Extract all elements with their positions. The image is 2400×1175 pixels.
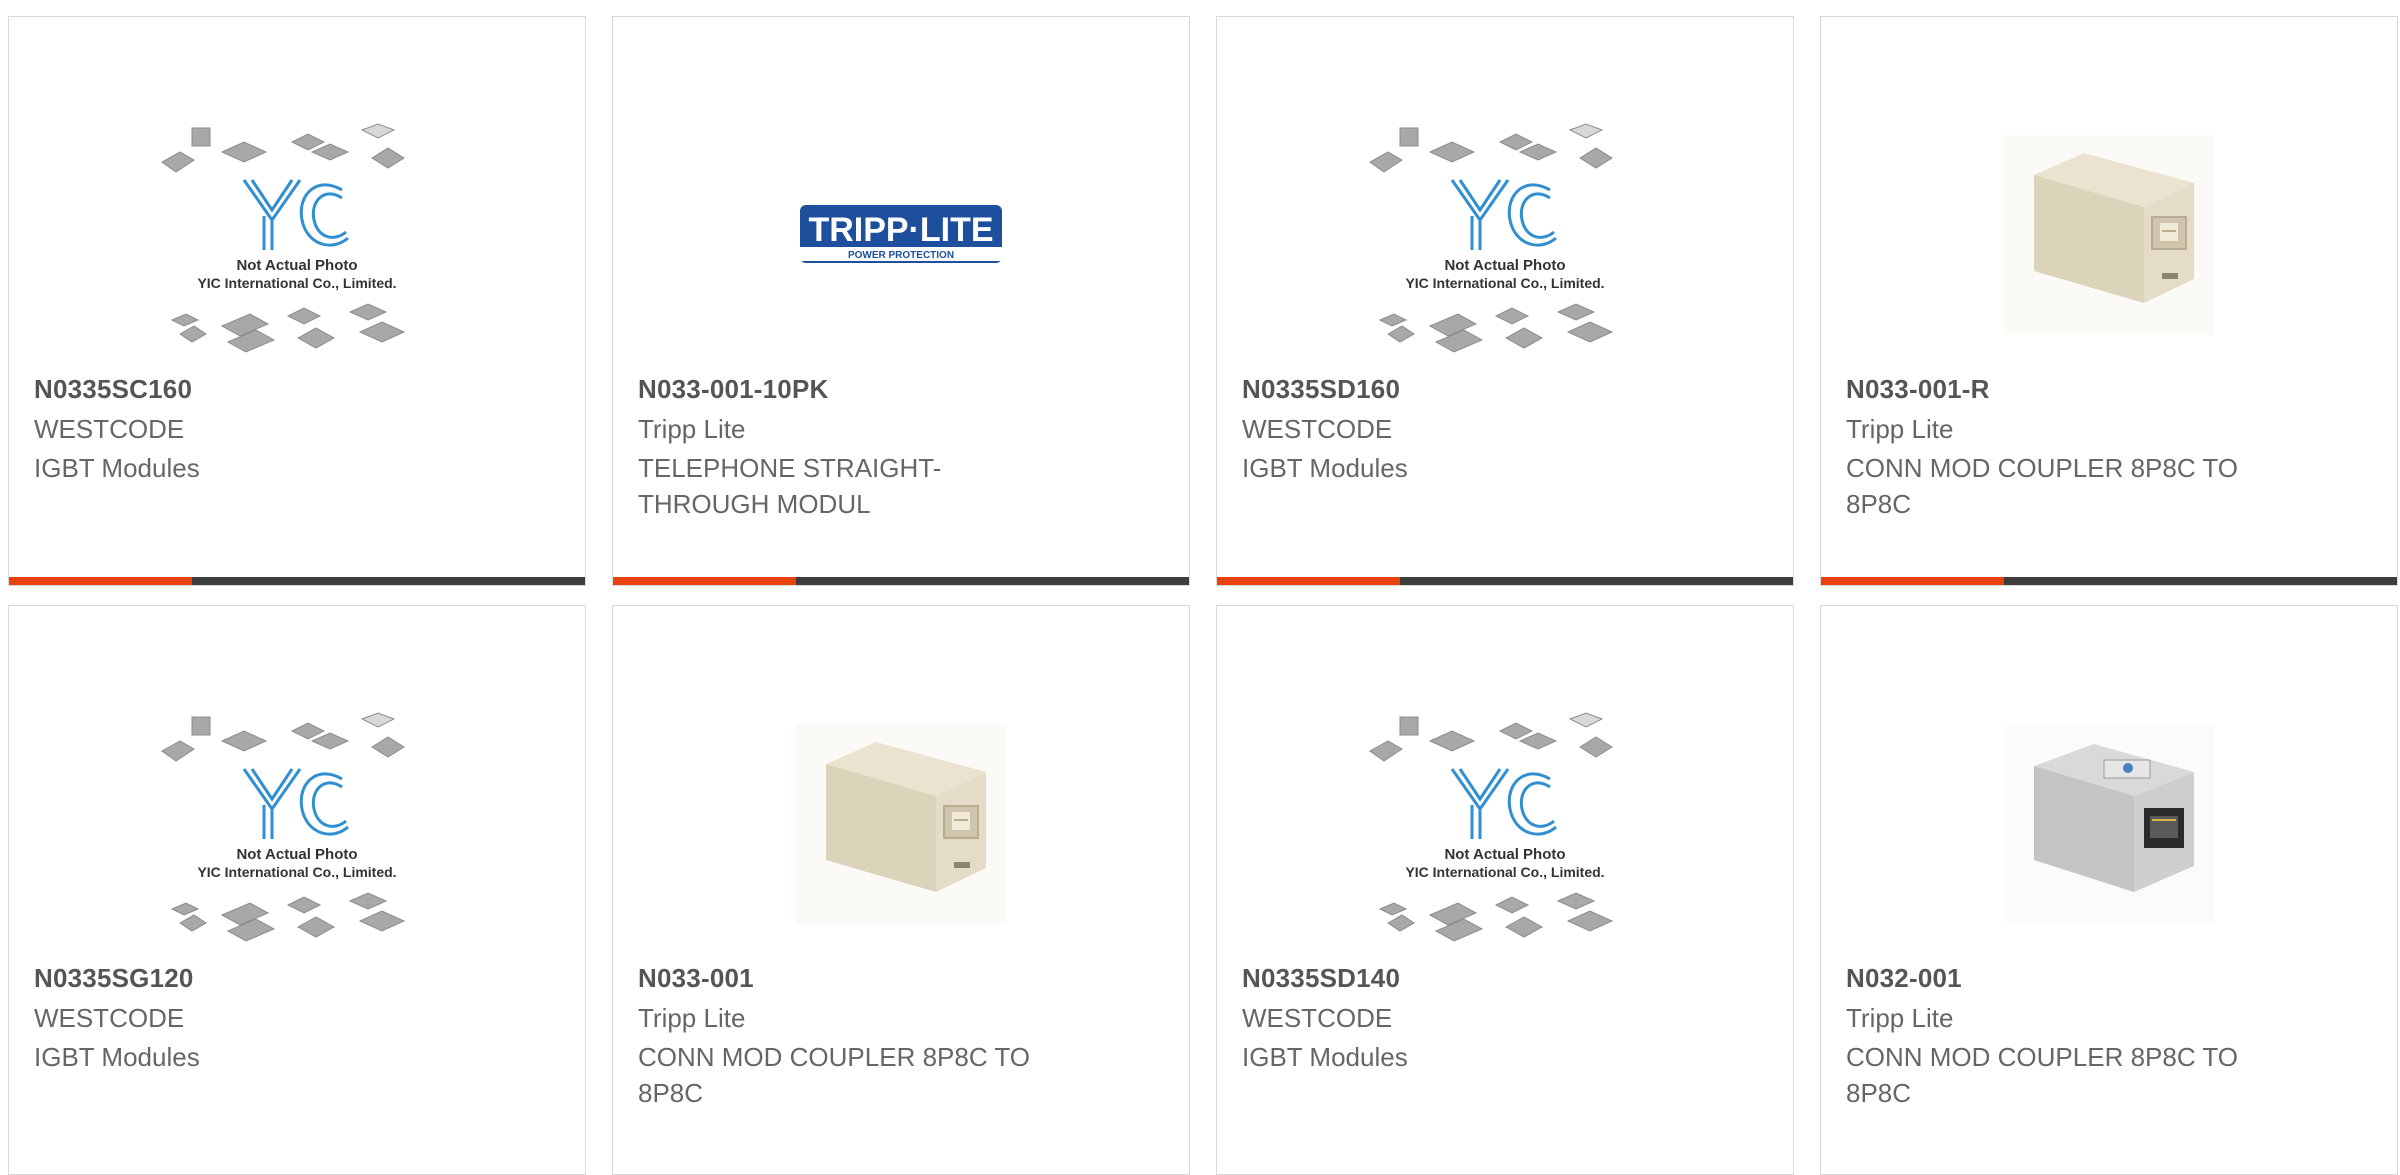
product-card[interactable]: Not Actual Photo YIC International Co., … — [1216, 605, 1794, 1175]
product-image[interactable]: Not Actual Photo YIC International Co., … — [9, 694, 585, 974]
product-grid: Not Actual Photo YIC International Co., … — [0, 0, 2400, 1175]
product-description: CONN MOD COUPLER 8P8C TO 8P8C — [1846, 1042, 2239, 1108]
shielded-coupler-photo — [2004, 724, 2214, 924]
product-image[interactable]: Not Actual Photo YIC International Co., … — [9, 105, 585, 385]
manufacturer: Tripp Lite — [638, 1003, 746, 1033]
manufacturer: WESTCODE — [34, 1003, 185, 1033]
manufacturer: WESTCODE — [1242, 1003, 1393, 1033]
product-description: CONN MOD COUPLER 8P8C TO 8P8C — [638, 1042, 1031, 1108]
part-number[interactable]: N0335SG120 — [34, 963, 194, 994]
not-actual-photo-image: Not Actual Photo YIC International Co., … — [1369, 123, 1614, 353]
product-card[interactable]: N033-001 Tripp Lite CONN MOD COUPLER 8P8C … — [612, 605, 1190, 1175]
manufacturer: Tripp Lite — [1846, 414, 1954, 444]
svg-text:Not Actual Photo: Not Actual Photo — [1444, 846, 1565, 863]
product-description: IGBT Modules — [1242, 453, 1408, 483]
part-number[interactable]: N0335SD140 — [1242, 963, 1400, 994]
not-actual-photo-image: Not Actual Photo YIC International Co., … — [1369, 712, 1614, 942]
product-description: CONN MOD COUPLER 8P8C TO 8P8C — [1846, 453, 2239, 519]
part-number[interactable]: N0335SD160 — [1242, 374, 1400, 405]
tripp-lite-logo-image: TRIPP·LITE POWER PROTECTION — [800, 205, 1002, 263]
product-image[interactable] — [613, 684, 1189, 964]
product-card[interactable]: Not Actual Photo YIC International Co., … — [8, 16, 586, 586]
svg-text:Not Actual Photo: Not Actual Photo — [1444, 257, 1565, 274]
part-number[interactable]: N033-001 — [638, 963, 754, 994]
part-number[interactable]: N033-001-R — [1846, 374, 1990, 405]
product-image[interactable]: Not Actual Photo YIC International Co., … — [1217, 694, 1793, 974]
product-card[interactable]: N033-001-R Tripp Lite CONN MOD COUPLER 8P8… — [1820, 16, 2398, 586]
product-card[interactable]: N032-001 Tripp Lite CONN MOD COUPLER 8P8C … — [1820, 605, 2398, 1175]
card-accent-bar — [9, 577, 192, 585]
product-card[interactable]: Not Actual Photo YIC International Co., … — [1216, 16, 1794, 586]
card-hover-bar — [9, 577, 585, 585]
manufacturer: WESTCODE — [34, 414, 185, 444]
beige-coupler-photo — [796, 724, 1006, 924]
svg-text:YIC International Co., Limited: YIC International Co., Limited. — [1405, 864, 1604, 880]
manufacturer: WESTCODE — [1242, 414, 1393, 444]
beige-coupler-photo — [2004, 135, 2214, 335]
svg-text:YIC International Co., Limited: YIC International Co., Limited. — [197, 275, 396, 291]
product-card[interactable]: TRIPP·LITE POWER PROTECTION N033-001-10P… — [612, 16, 1190, 586]
svg-text:YIC International Co., Limited: YIC International Co., Limited. — [1405, 275, 1604, 291]
svg-text:TRIPP·LITE: TRIPP·LITE — [808, 211, 993, 249]
product-description: IGBT Modules — [34, 1042, 200, 1072]
product-description: IGBT Modules — [1242, 1042, 1408, 1072]
not-actual-photo-image: Not Actual Photo YIC International Co., … — [161, 123, 406, 353]
card-hover-bar — [1217, 577, 1793, 585]
svg-text:YIC International Co., Limited: YIC International Co., Limited. — [197, 864, 396, 880]
card-accent-bar — [1217, 577, 1400, 585]
product-card[interactable]: Not Actual Photo YIC International Co., … — [8, 605, 586, 1175]
product-description: TELEPHONE STRAIGHT-THROUGH MODUL — [638, 453, 942, 519]
card-hover-bar — [613, 577, 1189, 585]
product-image[interactable]: TRIPP·LITE POWER PROTECTION — [613, 95, 1189, 375]
manufacturer: Tripp Lite — [1846, 1003, 1954, 1033]
product-image[interactable] — [1821, 95, 2397, 375]
part-number[interactable]: N0335SC160 — [34, 374, 192, 405]
product-image[interactable]: Not Actual Photo YIC International Co., … — [1217, 105, 1793, 385]
card-accent-bar — [1821, 577, 2004, 585]
card-accent-bar — [613, 577, 796, 585]
part-number[interactable]: N032-001 — [1846, 963, 1962, 994]
not-actual-photo-image: Not Actual Photo YIC International Co., … — [161, 712, 406, 942]
manufacturer: Tripp Lite — [638, 414, 746, 444]
card-hover-bar — [1821, 577, 2397, 585]
part-number[interactable]: N033-001-10PK — [638, 374, 829, 405]
product-description: IGBT Modules — [34, 453, 200, 483]
svg-text:Not Actual Photo: Not Actual Photo — [236, 257, 357, 274]
svg-text:Not Actual Photo: Not Actual Photo — [236, 846, 357, 863]
product-image[interactable] — [1821, 684, 2397, 964]
svg-text:POWER PROTECTION: POWER PROTECTION — [848, 250, 954, 261]
